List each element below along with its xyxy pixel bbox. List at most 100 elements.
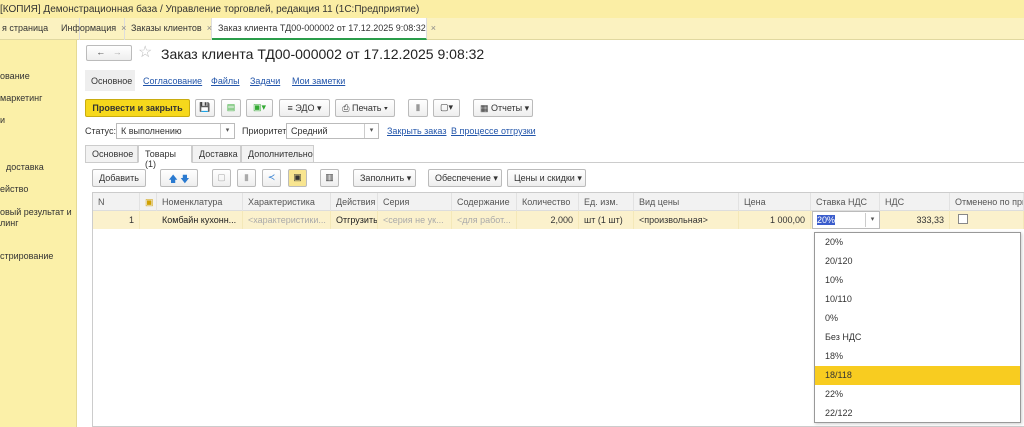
save-icon[interactable]: 💾 (195, 99, 215, 117)
back-arrow-icon[interactable]: ← (96, 47, 105, 57)
cell-n[interactable]: 1 (93, 211, 140, 229)
vat-option[interactable]: 10% (815, 271, 1020, 290)
fill-button[interactable]: Заполнить ▾ (353, 169, 416, 187)
chevron-down-icon[interactable]: ▾ (865, 213, 879, 227)
back-forward-buttons[interactable]: ← → (86, 45, 132, 61)
vat-option[interactable]: 22% (815, 385, 1020, 404)
cell-series[interactable]: <серия не ук... (378, 211, 452, 229)
copy-icon[interactable]: ▢ (212, 169, 231, 187)
tab-info[interactable]: Информация × (55, 18, 126, 40)
arrow-down-icon[interactable]: 🡇 (180, 174, 189, 184)
vat-option[interactable]: 0% (815, 309, 1020, 328)
form-tab-goods[interactable]: Товары (1) (138, 145, 192, 169)
nav-files[interactable]: Файлы (211, 76, 240, 86)
folder-icon[interactable]: ▣ (288, 169, 307, 187)
sidebar-item[interactable]: и (0, 115, 5, 126)
col-qty[interactable]: Количество (517, 193, 579, 211)
nav-approval[interactable]: Согласование (143, 76, 202, 86)
post-close-button[interactable]: Провести и закрыть (85, 99, 190, 117)
barcode-icon[interactable]: ▥ (320, 169, 339, 187)
cell-item[interactable]: Комбайн кухонн... (157, 211, 243, 229)
supply-button[interactable]: Обеспечение ▾ (428, 169, 502, 187)
chevron-down-icon[interactable]: ▾ (220, 124, 234, 138)
vat-rate-input[interactable]: 20% ▾ (812, 211, 880, 229)
col-item[interactable]: Номенклатура (157, 193, 243, 211)
nav-main[interactable]: Основное (91, 76, 132, 86)
form-tab-main[interactable]: Основное (85, 145, 138, 163)
close-icon[interactable]: × (431, 23, 436, 33)
cell-content[interactable]: <для работ... (452, 211, 517, 229)
cell-unit[interactable]: шт (1 шт) (579, 211, 634, 229)
status-select[interactable]: К выполнению ▾ (116, 123, 235, 139)
cell-char[interactable]: <характеристики... (243, 211, 331, 229)
add-button[interactable]: Добавить (92, 169, 146, 187)
priority-value: Средний (291, 126, 328, 136)
report-icon: ▦ (480, 103, 489, 113)
col-price-type[interactable]: Вид цены (634, 193, 739, 211)
nav-tasks[interactable]: Задачи (250, 76, 280, 86)
col-icon[interactable]: ▣ (140, 193, 157, 211)
col-cancelled[interactable]: Отменено по причине (950, 193, 1024, 211)
sidebar-item[interactable]: маркетинг (0, 93, 42, 104)
priority-label: Приоритет: (242, 126, 289, 136)
print-button[interactable]: ⎙ Печать ▾ (335, 99, 395, 117)
tab-label: Заказы клиентов (131, 23, 202, 33)
sidebar-item[interactable]: линг (0, 218, 19, 229)
vat-rate-dropdown: 20% 20/120 10% 10/110 0% Без НДС 18% 18/… (814, 232, 1021, 423)
cell-vat[interactable]: 333,33 (880, 211, 950, 229)
col-price[interactable]: Цена (739, 193, 811, 211)
page-title: Заказ клиента ТД00-000002 от 17.12.2025 … (161, 46, 485, 62)
move-up-down-buttons[interactable]: 🡅 🡇 (160, 169, 198, 187)
cell-qty[interactable]: 2,000 (517, 211, 579, 229)
paste-icon[interactable]: ▮ (237, 169, 256, 187)
priority-select[interactable]: Средний ▾ (286, 123, 379, 139)
col-n[interactable]: N (93, 193, 140, 211)
attach-icon[interactable]: ▢▾ (433, 99, 460, 117)
close-order-link[interactable]: Закрыть заказ (387, 126, 446, 136)
prices-button[interactable]: Цены и скидки ▾ (507, 169, 586, 187)
sidebar-item[interactable]: доставка (6, 162, 44, 173)
create-based-on-icon[interactable]: ▣▾ (246, 99, 273, 117)
sidebar-item[interactable]: стрирование (0, 251, 53, 262)
sidebar-item[interactable]: овый результат и (0, 207, 72, 218)
vat-option-highlighted[interactable]: 18/118 (815, 366, 1020, 385)
nav-notes[interactable]: Мои заметки (292, 76, 345, 86)
vat-option[interactable]: Без НДС (815, 328, 1020, 347)
col-content[interactable]: Содержание (452, 193, 517, 211)
col-action[interactable]: Действия (331, 193, 378, 211)
reports-button[interactable]: ▦ Отчеты ▾ (473, 99, 533, 117)
database-icon[interactable]: ▮ (408, 99, 428, 117)
col-char[interactable]: Характеристика (243, 193, 331, 211)
tab-order[interactable]: Заказ клиента ТД00-000002 от 17.12.2025 … (212, 18, 436, 40)
cell-action[interactable]: Отгрузить (331, 211, 378, 229)
shipping-status-link[interactable]: В процессе отгрузки (451, 126, 536, 136)
col-unit[interactable]: Ед. изм. (579, 193, 634, 211)
edo-label: ЭДО (295, 103, 315, 113)
reports-label: Отчеты (491, 103, 523, 113)
tab-orders[interactable]: Заказы клиентов × (125, 18, 212, 40)
star-icon[interactable]: ☆ (138, 42, 152, 62)
sidebar-item[interactable]: ование (0, 71, 30, 82)
vat-option[interactable]: 20/120 (815, 252, 1020, 271)
sidebar-item[interactable]: ейство (0, 184, 28, 195)
forward-arrow-icon[interactable]: → (113, 47, 122, 57)
printer-icon: ⎙ (342, 103, 350, 113)
vat-option[interactable]: 10/110 (815, 290, 1020, 309)
form-tab-extra[interactable]: Дополнительно (241, 145, 314, 163)
cell-price-type[interactable]: <произвольная> (634, 211, 739, 229)
arrow-up-icon[interactable]: 🡅 (168, 174, 177, 184)
cell-cancelled[interactable] (950, 211, 1024, 229)
cancelled-checkbox[interactable] (958, 214, 968, 224)
vat-option[interactable]: 20% (815, 233, 1020, 252)
share-icon[interactable]: ≺ (262, 169, 281, 187)
chevron-down-icon[interactable]: ▾ (364, 124, 378, 138)
vat-option[interactable]: 18% (815, 347, 1020, 366)
form-tab-delivery[interactable]: Доставка (192, 145, 241, 163)
cell-price[interactable]: 1 000,00 (739, 211, 811, 229)
col-series[interactable]: Серия (378, 193, 452, 211)
post-icon[interactable]: ▤ (221, 99, 241, 117)
vat-option[interactable]: 22/122 (815, 404, 1020, 423)
col-vat[interactable]: НДС (880, 193, 950, 211)
edo-button[interactable]: ≡ ЭДО ▾ (279, 99, 330, 117)
col-vat-rate[interactable]: Ставка НДС (811, 193, 880, 211)
